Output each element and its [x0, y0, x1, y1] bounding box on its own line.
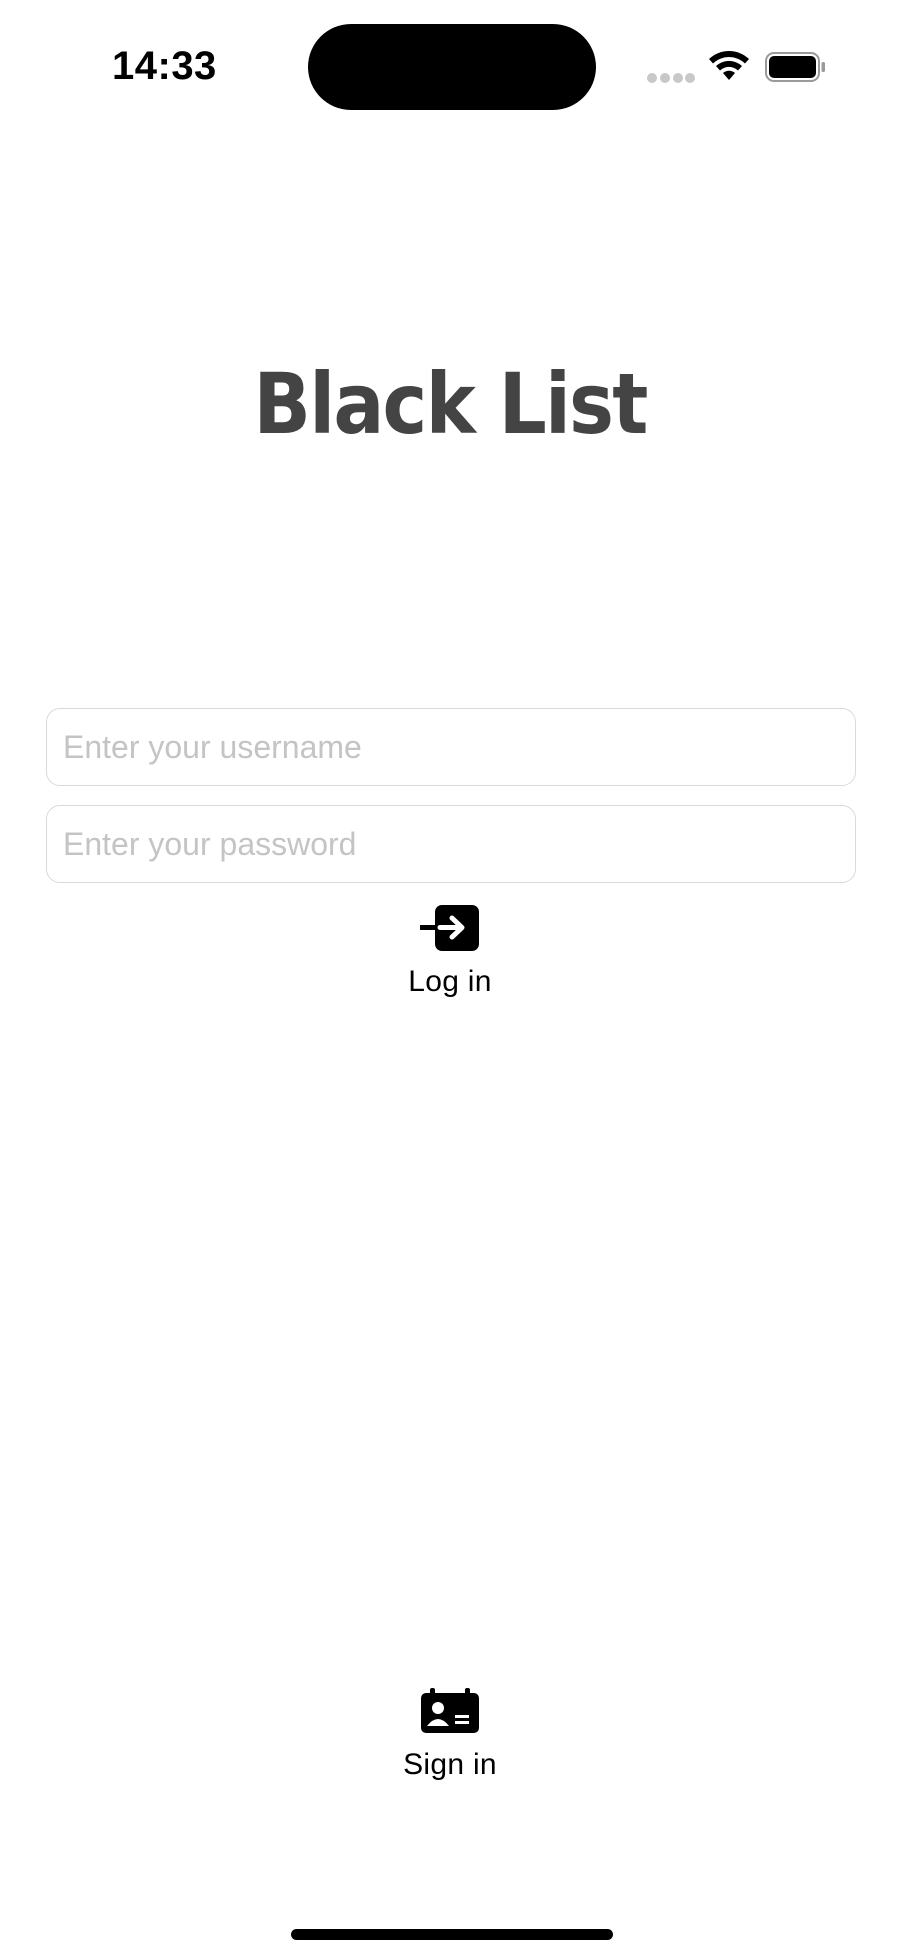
status-time: 14:33	[112, 44, 217, 88]
login-arrow-icon	[420, 905, 479, 951]
id-card-icon	[421, 1688, 479, 1733]
status-bar: 14:33	[0, 0, 900, 140]
battery-icon	[765, 52, 825, 82]
cellular-signal-icon	[647, 73, 695, 83]
login-button[interactable]: Log in	[350, 905, 550, 999]
password-input[interactable]	[46, 805, 856, 883]
app-title: Black List	[253, 355, 648, 453]
login-label: Log in	[408, 965, 492, 998]
username-input[interactable]	[46, 708, 856, 786]
signin-button[interactable]: Sign in	[350, 1688, 550, 1782]
dynamic-island	[308, 24, 596, 110]
signin-label: Sign in	[403, 1748, 497, 1781]
home-indicator[interactable]	[291, 1929, 613, 1940]
wifi-icon	[709, 51, 749, 80]
